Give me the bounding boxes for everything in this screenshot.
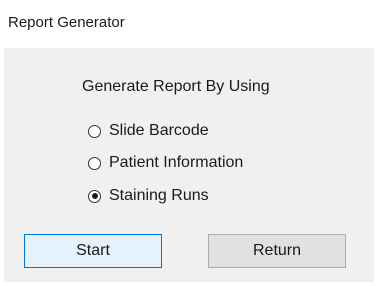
return-button[interactable]: Return [208,234,346,268]
radio-label[interactable]: Staining Runs [109,187,209,205]
report-generator-dialog: Report Generator Generate Report By Usin… [0,0,381,286]
radio-label[interactable]: Slide Barcode [109,122,209,140]
radio-button-icon[interactable] [88,124,101,138]
radio-patient-information[interactable]: Patient Information [88,153,243,173]
radio-staining-runs[interactable]: Staining Runs [88,186,209,206]
radio-button-icon[interactable] [88,156,101,170]
start-button[interactable]: Start [24,234,162,268]
radio-button-checked-icon[interactable] [88,189,101,203]
options-heading: Generate Report By Using [82,78,270,95]
title-bar[interactable]: Report Generator [0,0,381,48]
window-title: Report Generator [8,14,125,31]
radio-label[interactable]: Patient Information [109,154,243,172]
radio-slide-barcode[interactable]: Slide Barcode [88,121,209,141]
